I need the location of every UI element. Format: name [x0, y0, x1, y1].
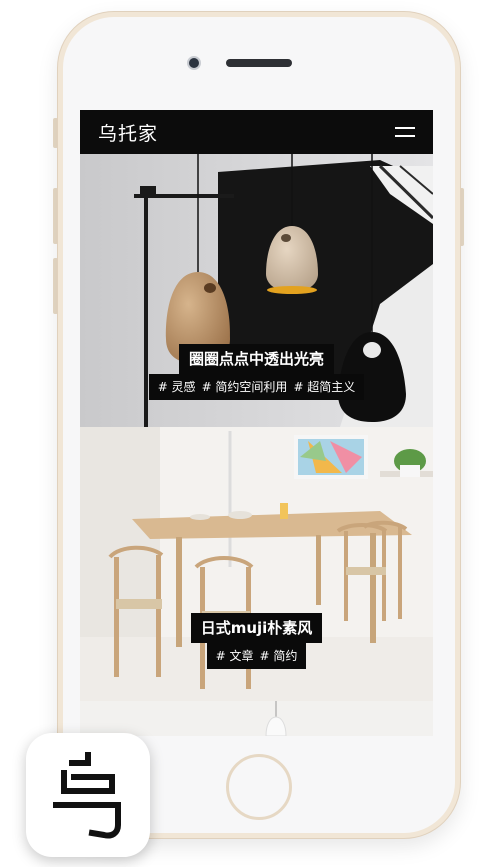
- next-card-photo: [80, 701, 433, 736]
- tag-link[interactable]: # 简约: [257, 643, 301, 669]
- wutuojia-app-icon[interactable]: [26, 733, 150, 857]
- card-caption: 圈圈点点中透出光亮 # 灵感 # 简约空间利用 # 超简主义: [80, 344, 433, 400]
- app-screen: 乌托家 圈圈点点中透出光亮 # 灵感 # 简约空间利用 # 超简主义 日式muj…: [80, 110, 433, 736]
- earpiece-speaker: [226, 59, 292, 67]
- tag-link[interactable]: # 文章: [213, 643, 257, 669]
- tag-link[interactable]: # 简约空间利用: [199, 374, 291, 400]
- feed-card[interactable]: 圈圈点点中透出光亮 # 灵感 # 简约空间利用 # 超简主义: [80, 154, 433, 427]
- card-caption: 日式muji朴素风 # 文章 # 简约: [80, 613, 433, 669]
- feed-card[interactable]: [80, 701, 433, 736]
- top-bar: 乌托家: [80, 110, 433, 154]
- card-title[interactable]: 圈圈点点中透出光亮: [178, 344, 334, 374]
- brand-logo-text[interactable]: 乌托家: [98, 119, 158, 146]
- feed-card[interactable]: 日式muji朴素风 # 文章 # 简约: [80, 427, 433, 701]
- tag-list: # 文章 # 简约: [206, 643, 307, 669]
- home-button[interactable]: [226, 754, 292, 820]
- tag-link[interactable]: # 灵感: [155, 374, 199, 400]
- logo-glyph-icon: [53, 752, 121, 839]
- tag-list: # 灵感 # 简约空间利用 # 超简主义: [148, 374, 365, 400]
- front-camera: [187, 56, 201, 70]
- hamburger-menu-icon[interactable]: [395, 126, 415, 138]
- tag-link[interactable]: # 超简主义: [290, 374, 358, 400]
- card-title[interactable]: 日式muji朴素风: [190, 613, 323, 643]
